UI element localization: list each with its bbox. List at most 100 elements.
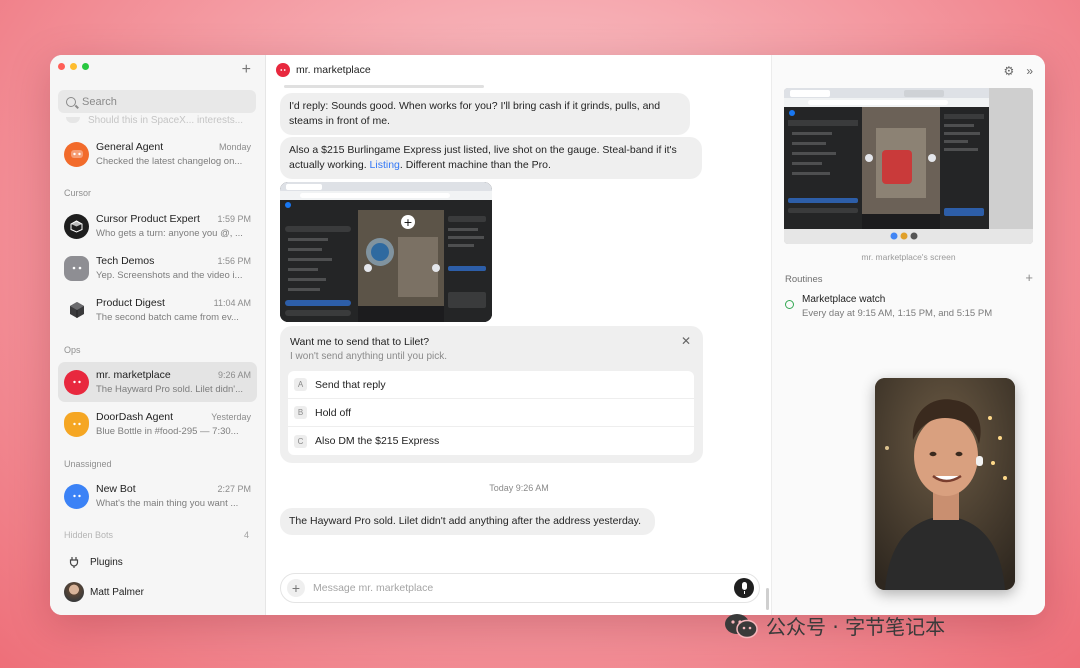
plug-icon [64, 552, 84, 572]
chat-panel: mr. marketplace I'd reply: Sounds good. … [266, 55, 772, 615]
screenshot-attachment[interactable]: + [280, 182, 492, 322]
message-fragment [284, 85, 484, 88]
robot-avatar-icon [64, 369, 89, 395]
search-input[interactable]: Search [58, 90, 256, 113]
chat-time: 9:26 AM [217, 370, 251, 380]
chat-name: New Bot [96, 483, 136, 495]
cloud-avatar-icon [64, 411, 89, 437]
section-label-ops: Ops [64, 345, 81, 355]
sidebar-item-cursor-product-expert[interactable]: Cursor Product Expert 1:59 PM Who gets a … [58, 206, 257, 246]
sidebar-item-new-bot[interactable]: New Bot 2:27 PM What's the main thing you… [58, 476, 257, 516]
routine-schedule: Every day at 9:15 AM, 1:15 PM, and 5:15 … [802, 308, 993, 319]
chat-name: Tech Demos [96, 255, 155, 267]
collapse-panel-icon[interactable]: » [1026, 64, 1033, 78]
attach-plus-icon[interactable]: + [287, 579, 305, 597]
chat-name: DoorDash Agent [96, 411, 174, 423]
zoom-window-button[interactable] [82, 63, 89, 70]
cube-icon [64, 297, 89, 323]
watermark: 公众号 · 字节笔记本 [724, 611, 945, 640]
user-profile-button[interactable]: Matt Palmer [64, 582, 144, 602]
chat-name: mr. marketplace [96, 369, 171, 381]
gear-icon[interactable]: ⚙ [1004, 64, 1015, 78]
avatar [66, 117, 80, 124]
robot-avatar-icon [64, 255, 89, 281]
robot-avatar-icon [64, 141, 89, 167]
routine-item[interactable]: Marketplace watch Every day at 9:15 AM, … [785, 294, 992, 319]
chat-preview: The second batch came from ev... [96, 312, 239, 323]
message-bubble: The Hayward Pro sold. Lilet didn't add a… [280, 508, 655, 535]
option-list: A Send that reply B Hold off C Also DM the … [288, 371, 694, 455]
add-routine-icon[interactable]: + [1025, 270, 1033, 285]
watermark-text: 公众号 · 字节笔记本 [766, 615, 946, 639]
sidebar-item-mr-marketplace[interactable]: mr. marketplace 9:26 AM The Hayward Pro s… [58, 362, 257, 402]
chat-preview: The Hayward Pro sold. Lilet didn'... [96, 384, 244, 395]
new-chat-plus-icon[interactable]: + [242, 61, 251, 79]
chat-time: Yesterday [211, 412, 251, 422]
search-placeholder: Search [82, 95, 117, 108]
listing-link[interactable]: Listing [370, 159, 400, 171]
close-window-button[interactable] [58, 63, 65, 70]
chat-preview: Blue Bottle in #food-295 — 7:30... [96, 426, 239, 437]
chat-preview: What's the main thing you want ... [96, 498, 239, 509]
window-controls [58, 63, 89, 70]
sidebar-item-general-agent[interactable]: General Agent Monday Checked the latest c… [58, 134, 257, 174]
clock-icon [785, 300, 794, 309]
minimize-window-button[interactable] [70, 63, 77, 70]
scrollbar[interactable] [766, 588, 769, 610]
routines-heading: Routines [785, 274, 823, 285]
card-title: Want me to send that to Lilet? [290, 336, 430, 348]
plugins-label: Plugins [90, 556, 123, 568]
message-composer[interactable]: + Message mr. marketplace [280, 573, 760, 603]
option-key: A [294, 378, 307, 391]
microphone-icon[interactable] [734, 578, 754, 598]
option-label: Hold off [315, 406, 351, 419]
chat-time: 11:04 AM [213, 298, 251, 308]
screen-caption: mr. marketplace's screen [861, 252, 956, 262]
message-bubble: I'd reply: Sounds good. When works for y… [280, 93, 690, 135]
message-input[interactable]: Message mr. marketplace [313, 582, 734, 594]
hidden-bots-count: 4 [243, 530, 249, 540]
close-icon[interactable]: ✕ [681, 334, 691, 348]
section-label-hidden-bots[interactable]: Hidden Bots [64, 530, 113, 540]
message-bubble: Also a $215 Burlingame Express just list… [280, 137, 702, 179]
shared-screen-preview[interactable] [784, 88, 1033, 244]
option-dm-express[interactable]: C Also DM the $215 Express [288, 427, 694, 455]
section-label-cursor: Cursor [64, 188, 92, 198]
avatar [64, 582, 84, 602]
chat-preview: Checked the latest changelog on... [96, 156, 243, 167]
option-label: Send that reply [315, 378, 386, 391]
presenter-video [875, 378, 1015, 590]
option-key: B [294, 406, 307, 419]
svg-text:+: + [403, 216, 412, 229]
chat-time: 2:27 PM [217, 484, 251, 494]
chat-name: Product Digest [96, 297, 165, 309]
chat-time: Monday [218, 142, 251, 152]
message-timestamp: Today 9:26 AM [489, 483, 549, 493]
search-icon [66, 96, 76, 107]
cursor-cube-icon [64, 213, 89, 239]
sidebar-item-tech-demos[interactable]: Tech Demos 1:56 PM Yep. Screenshots and t… [58, 248, 257, 288]
chat-name: Cursor Product Expert [96, 213, 200, 225]
option-send-reply[interactable]: A Send that reply [288, 371, 694, 399]
chat-name: General Agent [96, 141, 164, 153]
sidebar-item-doordash-agent[interactable]: DoorDash Agent Yesterday Blue Bottle in #… [58, 404, 257, 444]
chat-preview: Yep. Screenshots and the video i... [96, 270, 243, 281]
chat-preview: Who gets a turn: anyone you @, ... [96, 228, 243, 239]
section-label-unassigned: Unassigned [64, 459, 112, 469]
option-key: C [294, 434, 307, 448]
card-subtitle: I won't send anything until you pick. [290, 351, 448, 362]
panel-toolbar: ⚙ » [1004, 64, 1033, 78]
user-name: Matt Palmer [90, 586, 144, 598]
chat-header: mr. marketplace [276, 63, 371, 77]
chat-title: mr. marketplace [296, 64, 371, 76]
chat-time: 1:56 PM [217, 256, 251, 266]
routine-title: Marketplace watch [802, 294, 886, 305]
robot-avatar-icon [276, 63, 290, 77]
plugins-button[interactable]: Plugins [64, 552, 123, 572]
option-hold-off[interactable]: B Hold off [288, 399, 694, 427]
robot-avatar-icon [64, 483, 89, 509]
chat-time: 1:59 PM [217, 214, 251, 224]
sidebar-item-product-digest[interactable]: Product Digest 11:04 AM The second batch … [58, 290, 257, 330]
confirmation-card: Want me to send that to Lilet? I won't s… [280, 326, 703, 463]
option-label: Also DM the $215 Express [315, 435, 440, 447]
